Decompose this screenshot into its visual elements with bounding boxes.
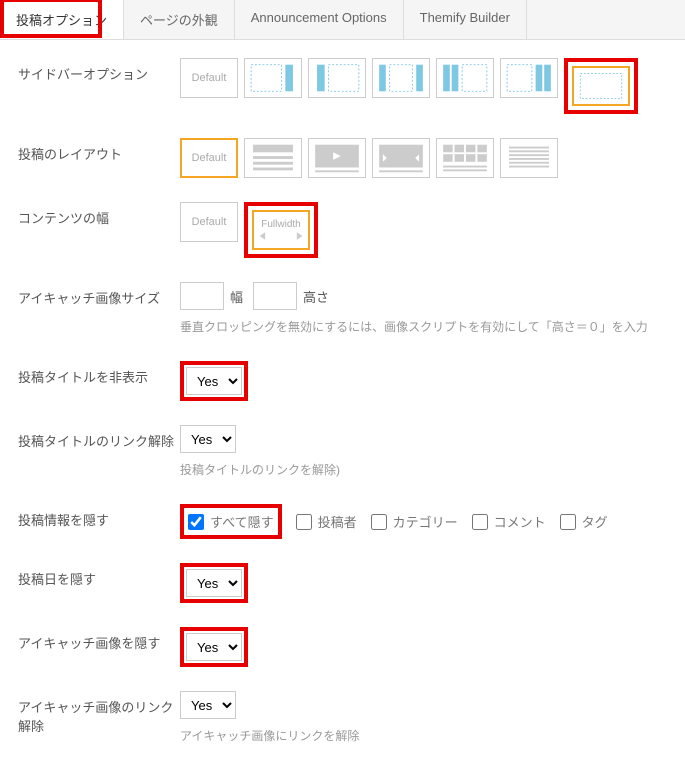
hide-image-label: アイキャッチ画像を隠す [18,627,180,652]
tabs: 投稿オプション ページの外観 Announcement Options Them… [0,0,685,40]
check-comment[interactable]: コメント [472,512,546,531]
settings-panel: サイドバーオプション Default 投稿のレイアウト Default [0,40,685,769]
layout-thumb-5[interactable] [500,138,558,178]
width-thumb-fullwidth[interactable]: Fullwidth [252,210,310,250]
check-category[interactable]: カテゴリー [371,512,458,531]
layout-label: 投稿のレイアウト [18,138,180,163]
image-width-unit: 幅 [230,287,243,306]
check-tag[interactable]: タグ [560,512,608,531]
hide-title-select[interactable]: Yes [186,367,242,395]
sidebar-thumb-both-out[interactable] [372,58,430,98]
tab-themify-builder[interactable]: Themify Builder [404,0,527,39]
unlink-image-hint: アイキャッチ画像にリンクを解除 [180,727,667,746]
tab-announcement-options[interactable]: Announcement Options [235,0,404,39]
layout-thumb-2[interactable] [308,138,366,178]
tab-post-options[interactable]: 投稿オプション [0,0,124,39]
width-thumbs: Default Fullwidth [180,202,667,258]
check-author-box[interactable] [296,514,312,530]
image-size-label: アイキャッチ画像サイズ [18,282,180,307]
check-author[interactable]: 投稿者 [296,512,357,531]
unlink-image-label: アイキャッチ画像のリンク解除 [18,691,180,735]
image-height-input[interactable] [253,282,297,310]
sidebar-thumb-default[interactable]: Default [180,58,238,98]
hide-title-label: 投稿タイトルを非表示 [18,361,180,386]
hide-image-select[interactable]: Yes [186,633,242,661]
unlink-title-select[interactable]: Yes [180,425,236,453]
layout-thumb-4[interactable] [436,138,494,178]
hide-date-select[interactable]: Yes [186,569,242,597]
image-height-unit: 高さ [303,287,329,306]
width-thumb-default[interactable]: Default [180,202,238,242]
sidebar-thumb-both-right[interactable] [500,58,558,98]
content-width-label: コンテンツの幅 [18,202,180,227]
image-width-input[interactable] [180,282,224,310]
check-comment-box[interactable] [472,514,488,530]
layout-thumb-1[interactable] [244,138,302,178]
tab-page-appearance[interactable]: ページの外観 [124,0,235,39]
check-category-box[interactable] [371,514,387,530]
unlink-title-label: 投稿タイトルのリンク解除 [18,425,180,450]
sidebar-thumb-none[interactable] [572,66,630,106]
check-tag-box[interactable] [560,514,576,530]
unlink-title-hint: 投稿タイトルのリンクを解除) [180,461,667,480]
sidebar-option-thumbs: Default [180,58,667,114]
layout-thumbs: Default [180,138,667,178]
sidebar-thumb-both-left[interactable] [436,58,494,98]
image-size-hint: 垂直クロッピングを無効にするには、画像スクリプトを有効にして「高さ＝０」を入力 [180,318,667,337]
hide-date-label: 投稿日を隠す [18,563,180,588]
sidebar-thumb-right[interactable] [244,58,302,98]
check-all[interactable]: すべて隠す [188,512,274,531]
hide-meta-checks: すべて隠す 投稿者 カテゴリー コメント タグ [180,504,667,539]
sidebar-option-label: サイドバーオプション [18,58,180,83]
check-all-box[interactable] [188,514,204,530]
layout-thumb-3[interactable] [372,138,430,178]
unlink-image-select[interactable]: Yes [180,691,236,719]
layout-thumb-default[interactable]: Default [180,138,238,178]
hide-meta-label: 投稿情報を隠す [18,504,180,529]
sidebar-thumb-left[interactable] [308,58,366,98]
